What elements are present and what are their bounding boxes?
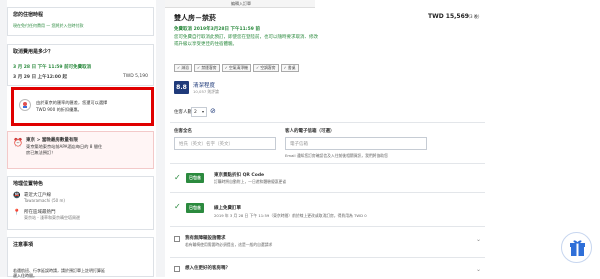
full-name-input[interactable]: 姓氏（英文）名字（英文）: [174, 137, 276, 150]
edit-booking-tab[interactable]: 編輯入訂單: [165, 0, 315, 8]
notes-title: 注意事項: [13, 242, 34, 248]
discount-info-highlight: 由於東京的匯率的匯差，您還可以選擇 TWD 900 的折扣優惠。: [11, 87, 154, 126]
qr-title: 東京景點折扣 QR Code: [214, 173, 265, 178]
cancel-free-text: 3 月 28 日 下午 11:59 前可免費取消: [13, 65, 92, 70]
chevron-down-icon[interactable]: ⌄: [476, 236, 481, 243]
extra1-title: 我有無障礙設施需求: [185, 236, 226, 241]
notes-card: 注意事項 若遇航班、行李延誤時請，請於預訂單上註明打算延 遲入住時間。: [7, 237, 154, 278]
name-label: 住客全名: [174, 129, 192, 134]
alarm-icon: ⏰: [13, 138, 23, 147]
no-entry-icon[interactable]: ⊘: [210, 107, 216, 115]
email-placeholder: 電子信箱: [290, 142, 308, 147]
discount-info-line2: TWD 900 的折扣優惠。: [36, 107, 82, 112]
stay-title: 您的住宿時程: [13, 12, 44, 18]
email-hint: Email 通知您訂房確認信及入住前後相關資訊，我們將協助您: [285, 153, 388, 158]
divider: [170, 163, 485, 164]
loc1-sub: Tawaramachi (50 m): [24, 198, 65, 203]
extra2-title: 想入住更好的客房嗎？: [185, 266, 230, 271]
tab-label: 編輯入訂單: [231, 1, 251, 6]
demand-text-line2: 房已無法預訂！: [26, 150, 56, 155]
upgrade-checkbox[interactable]: [174, 266, 180, 272]
room-nights: （3 晚）: [466, 14, 482, 19]
early-title: 線上免費訂單: [214, 206, 241, 211]
pin-icon: 📍: [13, 209, 21, 216]
room-price: TWD 15,569: [428, 13, 469, 20]
guests-select[interactable]: 2 ▾: [191, 107, 207, 117]
loc2-sub: 東京站 - 淺草和東京晴空塔周邊: [24, 215, 80, 220]
check-icon: ✓: [174, 173, 181, 182]
location-title: 地理位置特色: [13, 181, 44, 187]
cancel-after-row: 3 月 29 日 上午12:00 起 TWD 5,190: [8, 72, 153, 82]
chevron-down-icon[interactable]: ⌄: [476, 266, 481, 273]
guests-value: 2: [194, 110, 197, 115]
discount-info-icon: [19, 99, 31, 111]
email-input[interactable]: 電子信箱: [285, 137, 427, 150]
free-cancel-line: 免費取消 2019年3月28日 下午11:59 前: [174, 27, 260, 32]
amenity-badge: ✓ 空調客房: [252, 64, 279, 72]
divider: [170, 226, 485, 227]
accessibility-checkbox[interactable]: [174, 236, 180, 242]
score-label: 清潔程度: [193, 83, 216, 89]
location-card: 地理位置特色 🚇 靠近大江戶線 Tawaramachi (50 m) 📍 所在區…: [7, 176, 154, 230]
cancel-after-text: 3 月 29 日 上午12:00 起: [13, 75, 68, 80]
check-icon: ✓: [174, 202, 181, 211]
gift-icon: [570, 240, 585, 256]
demand-title: 東京 > 當晚最房數量有限: [26, 138, 78, 143]
divider: [170, 122, 485, 123]
qr-sub: 訂購時將自動附上，一日遊和體驗優惠更省: [214, 179, 287, 184]
cancel-title: 取消費用是多少？: [13, 49, 54, 55]
room-title: 雙人房－禁菸: [174, 14, 216, 22]
notes-text-line2: 遲入住時間。: [13, 273, 37, 278]
qr-included-badge: 已包含: [186, 173, 204, 183]
amenity-list: ✓ 淋浴 ✓ 禁煙客房 ✓ 空氣清淨機 ✓ 空調客房 ✓ 書桌: [174, 64, 301, 72]
stay-card: 您的住宿時程 現在免付任何費用 — 您將於入住時付款: [7, 7, 154, 36]
divider: [170, 257, 485, 258]
cancel-fee: TWD 5,190: [123, 74, 148, 79]
early-sub: 2019 年 3 月 28 日 下午 11:59（東京時間）前於線上更改或取消訂…: [214, 213, 367, 218]
cancel-card: 取消費用是多少？ 3 月 28 日 下午 11:59 前可免費取消 3 月 29…: [7, 44, 154, 86]
discount-info-line1: 由於東京的匯率的匯差，您還可以選擇: [36, 100, 108, 105]
promo-line2: 或升級以享受更佳的住宿體驗。: [174, 42, 237, 47]
amenity-badge: ✓ 空氣清淨機: [221, 64, 251, 72]
demand-card: ⏰ 東京 > 當晚最房數量有限 東京築地東京站前APA酒店每日的 8 間住 房已…: [7, 131, 154, 169]
gift-button[interactable]: [561, 232, 592, 263]
name-placeholder: 姓氏（英文）名字（英文）: [179, 142, 233, 147]
no-prepay-text: 現在免付任何費用 — 您將於入住時付款: [13, 23, 84, 28]
promo-line1: 您可免費自行取消此預訂，即使您在登陸前，也可以隨時要求取消、修改: [174, 35, 318, 40]
extra1-sub: 若有輪椅使用需要時必須提出，這是一般的自選請求: [185, 242, 273, 247]
divider: [170, 192, 485, 193]
amenity-badge: ✓ 淋浴: [174, 64, 192, 72]
amenity-badge: ✓ 書桌: [280, 64, 299, 72]
review-score: 8.8: [174, 81, 189, 94]
early-included-badge: 已包含: [186, 203, 204, 213]
score-sub: 10,057 則評論: [193, 89, 219, 94]
chevron-down-icon: ▾: [201, 109, 204, 114]
email-label: 客人的電子信箱（可選）: [285, 129, 335, 134]
train-icon: 🚇: [13, 192, 21, 199]
amenity-badge: ✓ 禁煙客房: [193, 64, 220, 72]
